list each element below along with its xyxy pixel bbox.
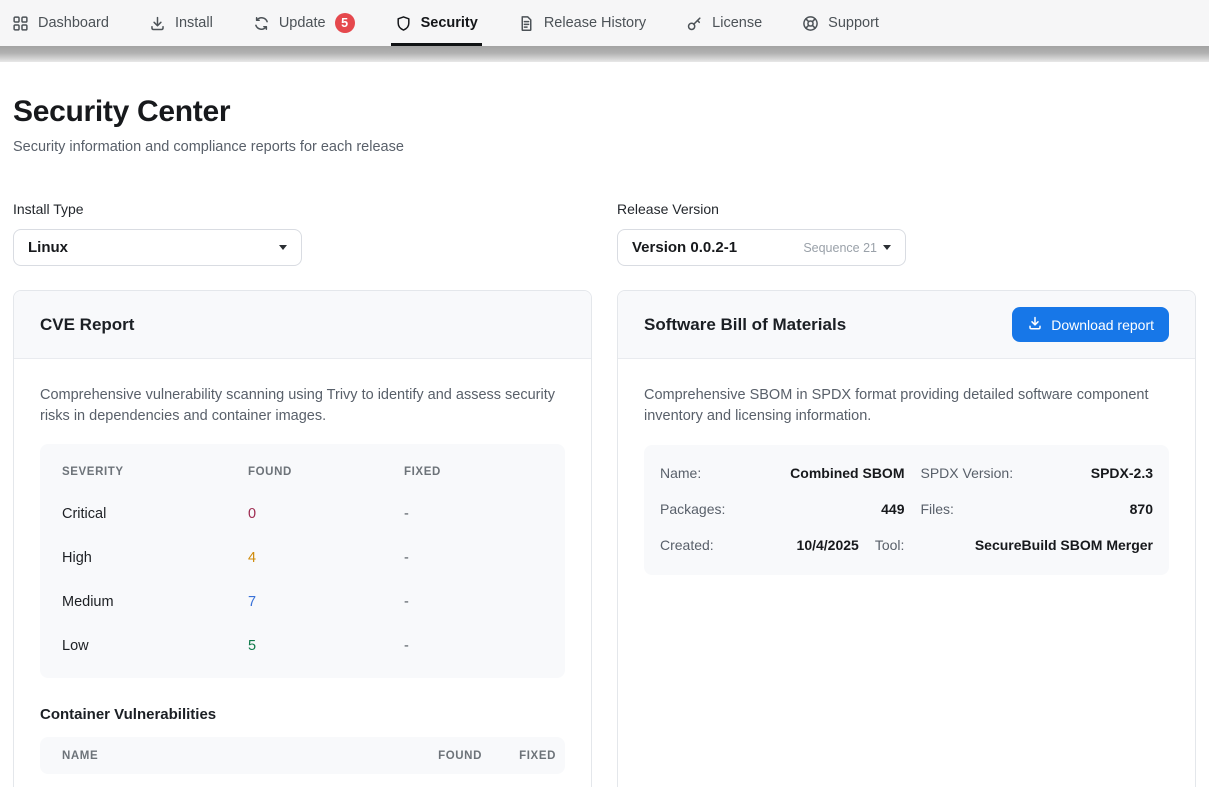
download-icon (1027, 315, 1043, 334)
severity-label: Medium (62, 594, 248, 610)
cve-report-description: Comprehensive vulnerability scanning usi… (40, 385, 560, 427)
window-divider-band (0, 46, 1209, 62)
sbom-description: Comprehensive SBOM in SPDX format provid… (644, 385, 1154, 427)
sbom-card: Software Bill of Materials Download repo… (617, 290, 1196, 787)
release-sequence-meta: Sequence 21 (803, 241, 877, 255)
sbom-body: Comprehensive SBOM in SPDX format provid… (618, 359, 1195, 601)
cve-report-card: CVE Report Comprehensive vulnerability s… (13, 290, 592, 787)
container-table-header: Name Found Fixed (40, 737, 565, 774)
filters-row: Install Type Linux Release Version Versi… (13, 201, 1196, 266)
release-version-value: Version 0.0.2-1 (632, 239, 737, 256)
cve-report-header: CVE Report (14, 291, 591, 359)
fixed-count: - (404, 506, 543, 522)
main-content: Security Center Security information and… (0, 95, 1209, 787)
install-type-label: Install Type (13, 201, 592, 217)
table-row-medium: Medium 7 - (40, 580, 565, 624)
nav-label: Install (175, 15, 213, 31)
nav-item-license[interactable]: License (686, 0, 762, 46)
nav-label: Support (828, 15, 879, 31)
severity-label: Low (62, 638, 248, 654)
found-count: 0 (248, 506, 404, 522)
fixed-count: - (404, 638, 543, 654)
sbom-detail-row: Packages: 449 Files: 870 (660, 491, 1153, 527)
detail-value: 870 (1021, 501, 1154, 517)
download-icon (149, 15, 166, 32)
found-count: 4 (248, 550, 404, 566)
fixed-count: - (404, 550, 543, 566)
dashboard-grid-icon (12, 15, 29, 32)
page-subtitle: Security information and compliance repo… (13, 139, 1196, 155)
top-nav: Dashboard Install Update 5 Security (0, 0, 1209, 46)
release-version-filter: Release Version Version 0.0.2-1 Sequence… (617, 201, 1196, 266)
nav-item-dashboard[interactable]: Dashboard (12, 0, 109, 46)
detail-label: Tool: (875, 537, 975, 553)
nav-label: License (712, 15, 762, 31)
release-version-select[interactable]: Version 0.0.2-1 Sequence 21 (617, 229, 906, 266)
detail-label: Packages: (660, 501, 772, 517)
document-icon (518, 15, 535, 32)
chevron-down-icon (279, 245, 287, 250)
cve-report-body: Comprehensive vulnerability scanning usi… (14, 359, 591, 787)
chevron-down-icon (883, 245, 891, 250)
download-report-button[interactable]: Download report (1012, 307, 1169, 342)
install-type-filter: Install Type Linux (13, 201, 592, 266)
nav-label: Release History (544, 15, 646, 31)
table-row-low: Low 5 - (40, 624, 565, 668)
update-count-badge: 5 (335, 13, 355, 33)
key-icon (686, 15, 703, 32)
nav-item-support[interactable]: Support (802, 0, 879, 46)
page-title: Security Center (13, 95, 1196, 129)
shield-icon (395, 15, 412, 32)
sbom-header: Software Bill of Materials Download repo… (618, 291, 1195, 359)
download-report-label: Download report (1051, 317, 1154, 333)
sbom-detail-row: Name: Combined SBOM SPDX Version: SPDX-2… (660, 455, 1153, 491)
severity-table-header: Severity Found Fixed (40, 452, 565, 492)
life-buoy-icon (802, 15, 819, 32)
table-row-high: High 4 - (40, 536, 565, 580)
install-type-value: Linux (28, 239, 68, 256)
nav-label: Dashboard (38, 15, 109, 31)
detail-value: 449 (772, 501, 905, 517)
found-count: 5 (248, 638, 404, 654)
nav-label: Update (279, 15, 326, 31)
table-row-critical: Critical 0 - (40, 492, 565, 536)
detail-label: Name: (660, 465, 772, 481)
detail-value: 10/4/2025 (772, 537, 859, 553)
detail-label: SPDX Version: (921, 465, 1021, 481)
detail-value: Combined SBOM (772, 465, 905, 481)
nav-item-install[interactable]: Install (149, 0, 213, 46)
col-name: Name (62, 750, 406, 762)
detail-value: SecureBuild SBOM Merger (975, 537, 1153, 553)
severity-label: Critical (62, 506, 248, 522)
nav-label: Security (421, 15, 478, 31)
cards-row: CVE Report Comprehensive vulnerability s… (13, 290, 1196, 787)
nav-item-security[interactable]: Security (395, 0, 478, 46)
fixed-count: - (404, 594, 543, 610)
nav-item-update[interactable]: Update 5 (253, 0, 355, 46)
severity-table: Severity Found Fixed Critical 0 - High 4… (40, 444, 565, 678)
col-found: Found (438, 750, 482, 762)
severity-label: High (62, 550, 248, 566)
release-version-label: Release Version (617, 201, 1196, 217)
col-severity: Severity (62, 466, 248, 478)
detail-label: Files: (921, 501, 1021, 517)
detail-label: Created: (660, 537, 772, 553)
sbom-title: Software Bill of Materials (644, 315, 846, 335)
col-fixed: Fixed (404, 466, 543, 478)
col-found: Found (248, 466, 404, 478)
detail-value: SPDX-2.3 (1021, 465, 1154, 481)
nav-item-release-history[interactable]: Release History (518, 0, 646, 46)
sbom-detail-row: Created: 10/4/2025 Tool: SecureBuild SBO… (660, 527, 1153, 563)
cve-report-title: CVE Report (40, 315, 134, 335)
container-vulnerabilities-title: Container Vulnerabilities (40, 706, 565, 723)
found-count: 7 (248, 594, 404, 610)
refresh-icon (253, 15, 270, 32)
install-type-select[interactable]: Linux (13, 229, 302, 266)
col-fixed: Fixed (514, 750, 556, 762)
sbom-details: Name: Combined SBOM SPDX Version: SPDX-2… (644, 445, 1169, 575)
